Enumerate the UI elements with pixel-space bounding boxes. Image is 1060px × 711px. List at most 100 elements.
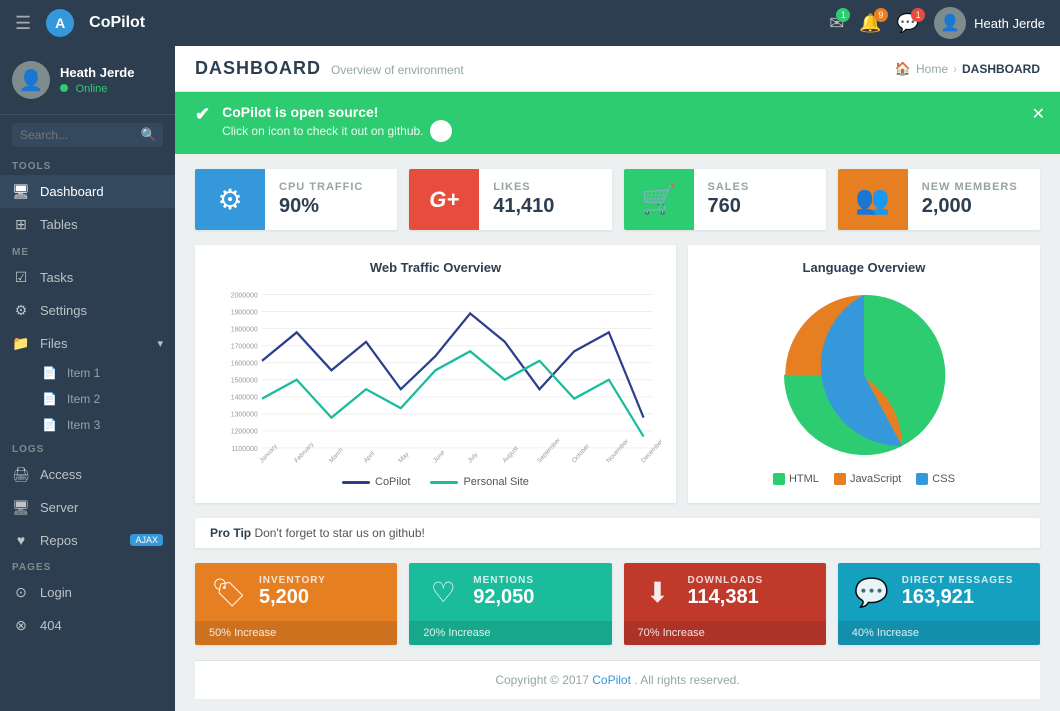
- item1-icon: 📄: [42, 366, 57, 380]
- sidebar-item-settings[interactable]: ⚙ Settings: [0, 294, 175, 327]
- user-menu[interactable]: 👤 Heath Jerde: [934, 7, 1045, 39]
- bell-badge: 9: [874, 8, 888, 22]
- top-nav: ☰ A CoPilot ✉ 1 🔔 9 💬 1 👤 Heath Jerde: [0, 0, 1060, 46]
- breadcrumb: 🏠 Home › DASHBOARD: [895, 61, 1040, 77]
- content-area: ⚙ CPU TRAFFIC 90% G+ LIKES 41,410: [175, 154, 1060, 711]
- pie-legend-css: CSS: [916, 473, 955, 485]
- layout: 👤 Heath Jerde Online 🔍 TOOLS 🖥 Dashboard…: [0, 46, 1060, 711]
- page-title-wrap: DASHBOARD Overview of environment: [195, 58, 464, 79]
- sidebar-item-server[interactable]: 🖥 Server: [0, 491, 175, 524]
- sidebar-label-login: Login: [40, 585, 72, 600]
- sidebar-item-404[interactable]: ⊗ 404: [0, 609, 175, 642]
- sales-info: SALES 760: [694, 169, 826, 230]
- legend-personal: Personal Site: [430, 476, 528, 488]
- svg-text:September: September: [536, 437, 562, 465]
- sidebar-item-dashboard[interactable]: 🖥 Dashboard: [0, 175, 175, 208]
- sidebar-item-tasks[interactable]: ☑ Tasks: [0, 261, 175, 294]
- user-name-top: Heath Jerde: [974, 16, 1045, 31]
- sidebar-label-tasks: Tasks: [40, 270, 73, 285]
- downloads-info: DOWNLOADS 114,381: [688, 575, 812, 609]
- members-info: NEW MEMBERS 2,000: [908, 169, 1040, 230]
- error-icon: ⊗: [12, 617, 30, 634]
- line-chart-card: Web Traffic Overview: [195, 245, 676, 503]
- legend-copilot: CoPilot: [342, 476, 410, 488]
- search-icon: 🔍: [141, 127, 157, 143]
- ajax-badge: AJAX: [130, 534, 163, 546]
- svg-text:July: July: [467, 450, 480, 464]
- page-header: DASHBOARD Overview of environment 🏠 Home…: [175, 46, 1060, 92]
- messages-value: 163,921: [902, 586, 1026, 609]
- pie-chart-svg: [774, 285, 954, 465]
- personal-legend-label: Personal Site: [463, 476, 528, 488]
- breadcrumb-home[interactable]: Home: [916, 62, 948, 76]
- files-chevron-icon: ▾: [157, 337, 163, 350]
- breadcrumb-separator: ›: [953, 62, 957, 76]
- svg-text:February: February: [293, 440, 315, 464]
- alert-check-icon: ✔: [195, 104, 210, 125]
- mentions-label: MENTIONS: [473, 575, 597, 586]
- breadcrumb-current: DASHBOARD: [962, 62, 1040, 76]
- svg-text:1300000: 1300000: [231, 409, 258, 418]
- stat-card-likes: G+ LIKES 41,410: [409, 169, 611, 230]
- downloads-footer: 70% Increase: [624, 621, 826, 645]
- css-legend-label: CSS: [932, 473, 955, 485]
- bell-icon-wrap[interactable]: 🔔 9: [859, 13, 881, 34]
- members-icon-box: 👥: [838, 169, 908, 230]
- sidebar-label-settings: Settings: [40, 303, 87, 318]
- footer: Copyright © 2017 CoPilot . All rights re…: [195, 660, 1040, 699]
- user-avatar-top: 👤: [934, 7, 966, 39]
- github-icon[interactable]: ⊕: [430, 120, 452, 142]
- inventory-footer: 50% Increase: [195, 621, 397, 645]
- downloads-label: DOWNLOADS: [688, 575, 812, 586]
- sidebar-label-tables: Tables: [40, 217, 78, 232]
- sidebar-item-item2[interactable]: 📄 Item 2: [12, 386, 175, 412]
- svg-text:November: November: [606, 438, 630, 465]
- alert-heading: CoPilot is open source!: [222, 104, 451, 120]
- cart-icon: 🛒: [641, 183, 676, 216]
- sales-label: SALES: [708, 181, 812, 193]
- sidebar-label-access: Access: [40, 467, 82, 482]
- mentions-footer: 20% Increase: [409, 621, 611, 645]
- stat-card-cpu: ⚙ CPU TRAFFIC 90%: [195, 169, 397, 230]
- mail-icon-wrap[interactable]: ✉ 1: [829, 13, 844, 34]
- sidebar-item-login[interactable]: ⊙ Login: [0, 576, 175, 609]
- line-chart-title: Web Traffic Overview: [210, 260, 661, 275]
- sidebar-avatar: 👤: [12, 61, 50, 99]
- section-tools: TOOLS: [0, 155, 175, 175]
- sidebar-item-item1[interactable]: 📄 Item 1: [12, 360, 175, 386]
- hamburger-icon[interactable]: ☰: [15, 13, 31, 34]
- cpu-value: 90%: [279, 195, 383, 218]
- item3-icon: 📄: [42, 418, 57, 432]
- top-nav-left: ☰ A CoPilot: [15, 9, 145, 37]
- likes-value: 41,410: [493, 195, 597, 218]
- chat-badge: 1: [911, 8, 925, 22]
- pie-legend: HTML JavaScript CSS: [703, 473, 1025, 485]
- home-icon: 🏠: [895, 61, 911, 77]
- svg-text:January: January: [259, 442, 280, 464]
- sidebar-files-submenu: 📄 Item 1 📄 Item 2 📄 Item 3: [0, 360, 175, 438]
- bottom-card-mentions: ♡ MENTIONS 92,050 20% Increase: [409, 563, 611, 645]
- alert-text: CoPilot is open source! Click on icon to…: [222, 104, 451, 142]
- copilot-legend-dot: [342, 481, 370, 484]
- footer-brand-link[interactable]: CoPilot: [592, 673, 631, 687]
- bottom-card-downloads-top: ⬇ DOWNLOADS 114,381: [624, 563, 826, 621]
- inventory-value: 5,200: [259, 586, 383, 609]
- bottom-cards: 🏷 INVENTORY 5,200 50% Increase ♡ MENTION…: [195, 563, 1040, 645]
- svg-text:2000000: 2000000: [231, 290, 258, 299]
- line-chart-svg: 2000000 1900000 1800000 1700000 1600000 …: [210, 285, 661, 465]
- sidebar-item-access[interactable]: 🖨 Access: [0, 458, 175, 491]
- footer-suffix: . All rights reserved.: [634, 673, 739, 687]
- messages-footer: 40% Increase: [838, 621, 1040, 645]
- sidebar-item-repos[interactable]: ♥ Repos AJAX: [0, 524, 175, 556]
- alert-close-button[interactable]: ✕: [1032, 104, 1045, 124]
- sidebar-item-item3[interactable]: 📄 Item 3: [12, 412, 175, 438]
- sidebar-item-files[interactable]: 📁 Files ▾: [0, 327, 175, 360]
- sidebar-username: Heath Jerde: [60, 65, 134, 80]
- copilot-legend-label: CoPilot: [375, 476, 410, 488]
- svg-text:1600000: 1600000: [231, 358, 258, 367]
- stat-cards: ⚙ CPU TRAFFIC 90% G+ LIKES 41,410: [195, 169, 1040, 230]
- chat-icon-wrap[interactable]: 💬 1: [897, 13, 919, 34]
- members-label: NEW MEMBERS: [922, 181, 1026, 193]
- sidebar-item-tables[interactable]: ⊞ Tables: [0, 208, 175, 241]
- stat-card-members: 👥 NEW MEMBERS 2,000: [838, 169, 1040, 230]
